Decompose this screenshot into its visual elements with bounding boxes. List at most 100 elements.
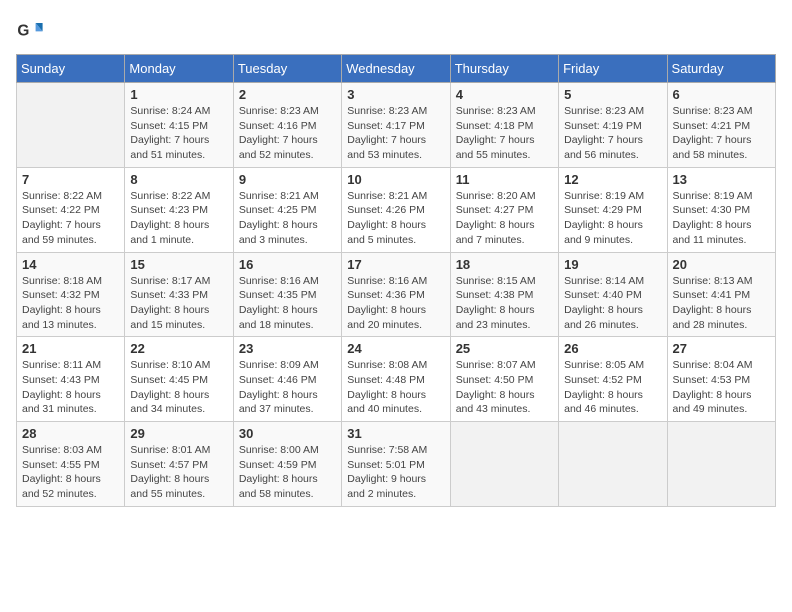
cell-info: Sunrise: 8:19 AM Sunset: 4:29 PM Dayligh… <box>564 189 661 248</box>
cell-date: 13 <box>673 172 770 187</box>
calendar-cell: 5Sunrise: 8:23 AM Sunset: 4:19 PM Daylig… <box>559 83 667 168</box>
cell-date: 25 <box>456 341 553 356</box>
page-header: G <box>16 16 776 44</box>
cell-date: 12 <box>564 172 661 187</box>
cell-info: Sunrise: 8:11 AM Sunset: 4:43 PM Dayligh… <box>22 358 119 417</box>
cell-info: Sunrise: 8:23 AM Sunset: 4:21 PM Dayligh… <box>673 104 770 163</box>
cell-date: 31 <box>347 426 444 441</box>
cell-info: Sunrise: 8:14 AM Sunset: 4:40 PM Dayligh… <box>564 274 661 333</box>
cell-date: 23 <box>239 341 336 356</box>
cell-date: 8 <box>130 172 227 187</box>
calendar-cell: 29Sunrise: 8:01 AM Sunset: 4:57 PM Dayli… <box>125 422 233 507</box>
cell-info: Sunrise: 8:17 AM Sunset: 4:33 PM Dayligh… <box>130 274 227 333</box>
cell-date: 20 <box>673 257 770 272</box>
day-header-sunday: Sunday <box>17 55 125 83</box>
cell-date: 4 <box>456 87 553 102</box>
calendar-cell: 31 Sunrise: 7:58 AM Sunset: 5:01 PM Dayli… <box>342 422 450 507</box>
cell-info: Sunrise: 8:21 AM Sunset: 4:26 PM Dayligh… <box>347 189 444 248</box>
calendar-cell: 22 Sunrise: 8:10 AM Sunset: 4:45 PM Dayli… <box>125 337 233 422</box>
calendar-cell: 12 Sunrise: 8:19 AM Sunset: 4:29 PM Dayli… <box>559 167 667 252</box>
calendar-cell: 13 Sunrise: 8:19 AM Sunset: 4:30 PM Dayli… <box>667 167 775 252</box>
day-header-monday: Monday <box>125 55 233 83</box>
cell-info: Sunrise: 8:20 AM Sunset: 4:27 PM Dayligh… <box>456 189 553 248</box>
calendar-table: SundayMondayTuesdayWednesdayThursdayFrid… <box>16 54 776 507</box>
cell-info: Sunrise: 7:58 AM Sunset: 5:01 PM Dayligh… <box>347 443 444 502</box>
cell-info: Sunrise: 8:19 AM Sunset: 4:30 PM Dayligh… <box>673 189 770 248</box>
cell-date: 21 <box>22 341 119 356</box>
calendar-cell: 3Sunrise: 8:23 AM Sunset: 4:17 PM Daylig… <box>342 83 450 168</box>
cell-date: 2 <box>239 87 336 102</box>
calendar-cell: 2 Sunrise: 8:23 AM Sunset: 4:16 PM Daylig… <box>233 83 341 168</box>
cell-date: 10 <box>347 172 444 187</box>
cell-info: Sunrise: 8:22 AM Sunset: 4:22 PM Dayligh… <box>22 189 119 248</box>
cell-info: Sunrise: 8:07 AM Sunset: 4:50 PM Dayligh… <box>456 358 553 417</box>
cell-info: Sunrise: 8:00 AM Sunset: 4:59 PM Dayligh… <box>239 443 336 502</box>
cell-date: 15 <box>130 257 227 272</box>
day-header-saturday: Saturday <box>667 55 775 83</box>
cell-date: 29 <box>130 426 227 441</box>
cell-info: Sunrise: 8:04 AM Sunset: 4:53 PM Dayligh… <box>673 358 770 417</box>
week-row-5: 28 Sunrise: 8:03 AM Sunset: 4:55 PM Dayli… <box>17 422 776 507</box>
calendar-cell: 15 Sunrise: 8:17 AM Sunset: 4:33 PM Dayli… <box>125 252 233 337</box>
calendar-cell: 11 Sunrise: 8:20 AM Sunset: 4:27 PM Dayli… <box>450 167 558 252</box>
cell-date: 16 <box>239 257 336 272</box>
calendar-cell <box>559 422 667 507</box>
calendar-cell <box>17 83 125 168</box>
calendar-cell: 1 Sunrise: 8:24 AM Sunset: 4:15 PM Daylig… <box>125 83 233 168</box>
cell-info: Sunrise: 8:23 AM Sunset: 4:16 PM Dayligh… <box>239 104 336 163</box>
cell-date: 19 <box>564 257 661 272</box>
cell-date: 3 <box>347 87 444 102</box>
cell-date: 7 <box>22 172 119 187</box>
cell-date: 27 <box>673 341 770 356</box>
calendar-body: 1 Sunrise: 8:24 AM Sunset: 4:15 PM Daylig… <box>17 83 776 507</box>
cell-date: 26 <box>564 341 661 356</box>
cell-date: 17 <box>347 257 444 272</box>
calendar-cell <box>450 422 558 507</box>
calendar-cell: 7 Sunrise: 8:22 AM Sunset: 4:22 PM Daylig… <box>17 167 125 252</box>
cell-date: 14 <box>22 257 119 272</box>
cell-date: 22 <box>130 341 227 356</box>
week-row-4: 21 Sunrise: 8:11 AM Sunset: 4:43 PM Dayli… <box>17 337 776 422</box>
cell-date: 6 <box>673 87 770 102</box>
calendar-cell: 27 Sunrise: 8:04 AM Sunset: 4:53 PM Dayli… <box>667 337 775 422</box>
cell-date: 11 <box>456 172 553 187</box>
calendar-cell: 23 Sunrise: 8:09 AM Sunset: 4:46 PM Dayli… <box>233 337 341 422</box>
calendar-cell: 9 Sunrise: 8:21 AM Sunset: 4:25 PM Daylig… <box>233 167 341 252</box>
cell-info: Sunrise: 8:08 AM Sunset: 4:48 PM Dayligh… <box>347 358 444 417</box>
calendar-cell: 17 Sunrise: 8:16 AM Sunset: 4:36 PM Dayli… <box>342 252 450 337</box>
cell-date: 28 <box>22 426 119 441</box>
calendar-cell: 26 Sunrise: 8:05 AM Sunset: 4:52 PM Dayli… <box>559 337 667 422</box>
cell-info: Sunrise: 8:09 AM Sunset: 4:46 PM Dayligh… <box>239 358 336 417</box>
week-row-3: 14 Sunrise: 8:18 AM Sunset: 4:32 PM Dayli… <box>17 252 776 337</box>
week-row-2: 7 Sunrise: 8:22 AM Sunset: 4:22 PM Daylig… <box>17 167 776 252</box>
cell-info: Sunrise: 8:15 AM Sunset: 4:38 PM Dayligh… <box>456 274 553 333</box>
calendar-cell: 4Sunrise: 8:23 AM Sunset: 4:18 PM Daylig… <box>450 83 558 168</box>
cell-date: 5 <box>564 87 661 102</box>
cell-date: 24 <box>347 341 444 356</box>
cell-info: Sunrise: 8:10 AM Sunset: 4:45 PM Dayligh… <box>130 358 227 417</box>
cell-info: Sunrise: 8:05 AM Sunset: 4:52 PM Dayligh… <box>564 358 661 417</box>
week-row-1: 1 Sunrise: 8:24 AM Sunset: 4:15 PM Daylig… <box>17 83 776 168</box>
calendar-cell <box>667 422 775 507</box>
cell-info: Sunrise: 8:16 AM Sunset: 4:36 PM Dayligh… <box>347 274 444 333</box>
cell-info: Sunrise: 8:21 AM Sunset: 4:25 PM Dayligh… <box>239 189 336 248</box>
cell-info: Sunrise: 8:03 AM Sunset: 4:55 PM Dayligh… <box>22 443 119 502</box>
logo-icon: G <box>16 16 44 44</box>
svg-text:G: G <box>17 23 29 40</box>
calendar-cell: 24 Sunrise: 8:08 AM Sunset: 4:48 PM Dayli… <box>342 337 450 422</box>
calendar-cell: 25 Sunrise: 8:07 AM Sunset: 4:50 PM Dayli… <box>450 337 558 422</box>
calendar-cell: 10 Sunrise: 8:21 AM Sunset: 4:26 PM Dayli… <box>342 167 450 252</box>
calendar-cell: 14 Sunrise: 8:18 AM Sunset: 4:32 PM Dayli… <box>17 252 125 337</box>
logo: G <box>16 16 48 44</box>
calendar-cell: 21 Sunrise: 8:11 AM Sunset: 4:43 PM Dayli… <box>17 337 125 422</box>
day-header-thursday: Thursday <box>450 55 558 83</box>
cell-date: 1 <box>130 87 227 102</box>
calendar-cell: 19 Sunrise: 8:14 AM Sunset: 4:40 PM Dayli… <box>559 252 667 337</box>
day-header-friday: Friday <box>559 55 667 83</box>
calendar-cell: 20Sunrise: 8:13 AM Sunset: 4:41 PM Dayli… <box>667 252 775 337</box>
cell-info: Sunrise: 8:18 AM Sunset: 4:32 PM Dayligh… <box>22 274 119 333</box>
cell-date: 9 <box>239 172 336 187</box>
calendar-cell: 18 Sunrise: 8:15 AM Sunset: 4:38 PM Dayli… <box>450 252 558 337</box>
cell-info: Sunrise: 8:24 AM Sunset: 4:15 PM Dayligh… <box>130 104 227 163</box>
cell-date: 18 <box>456 257 553 272</box>
